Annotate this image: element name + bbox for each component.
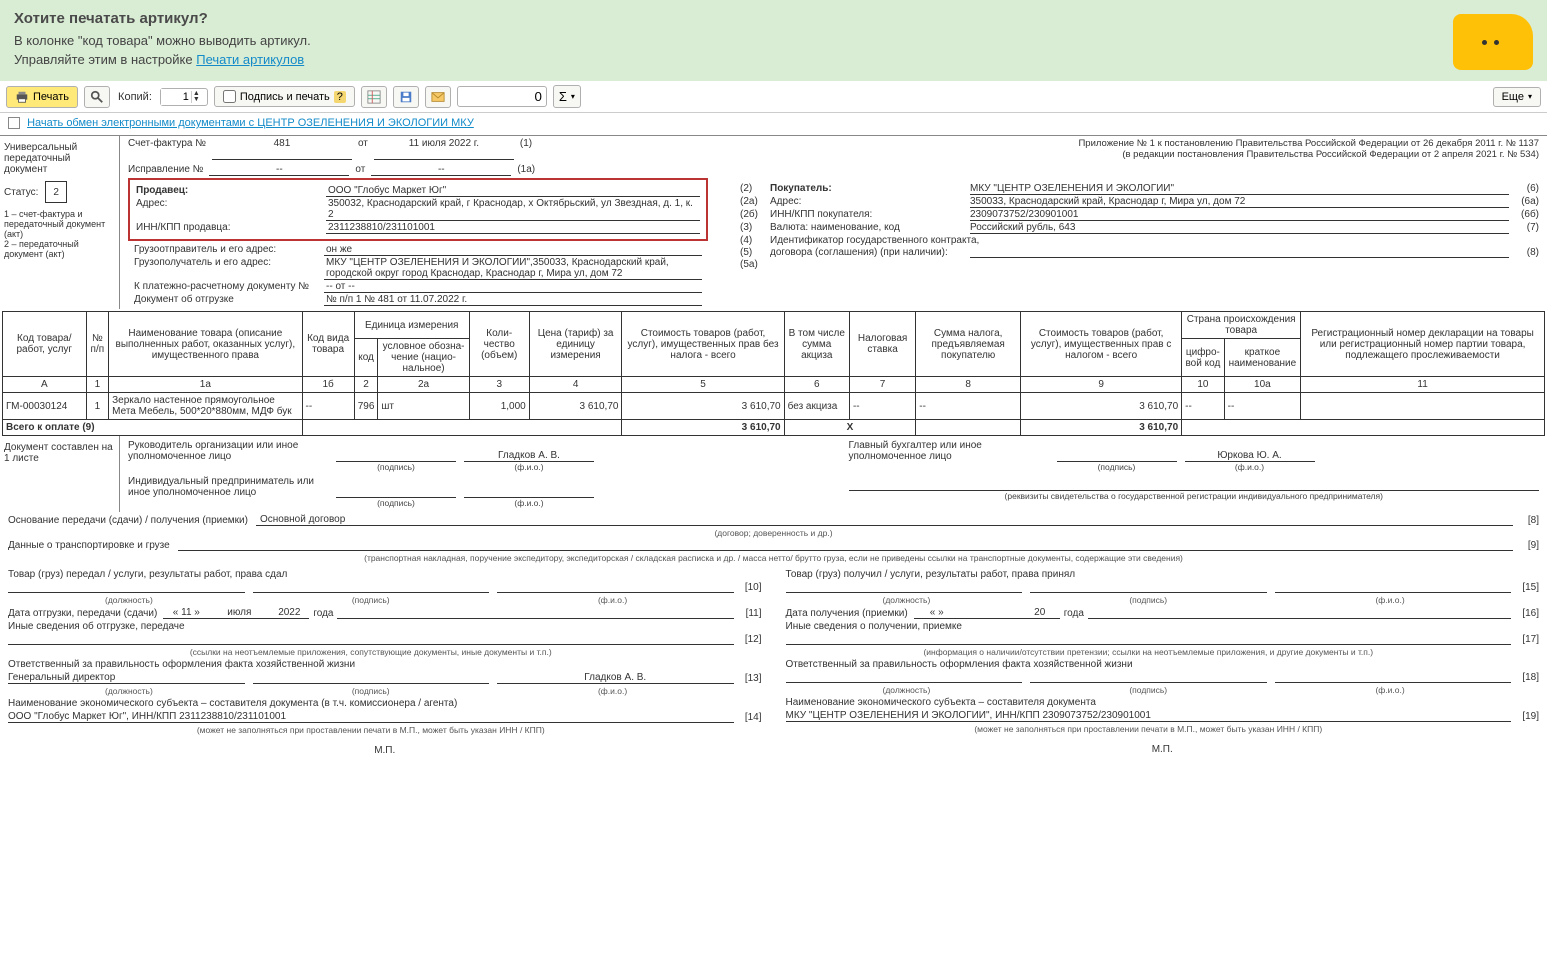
more-button[interactable]: Еще ▾ bbox=[1493, 87, 1541, 107]
sigma-icon: Σ bbox=[559, 89, 567, 104]
row-9: Данные о транспортировке и грузе [9] bbox=[0, 538, 1547, 553]
preview-button[interactable] bbox=[84, 86, 110, 108]
status-footnote: 1 – счет-фактура и передаточный документ… bbox=[4, 209, 115, 259]
article-print-link[interactable]: Печати артикулов bbox=[196, 52, 304, 67]
banner-line1: В колонке "код товара" можно выводить ар… bbox=[14, 33, 311, 48]
magnifier-icon bbox=[90, 90, 104, 104]
invoice-header-row: Счет-фактура № 481 от 11 июля 2022 г. (1… bbox=[120, 136, 1547, 162]
copies-spinner[interactable]: ▲▼ bbox=[160, 88, 208, 106]
banner-title: Хотите печатать артикул? bbox=[14, 10, 311, 27]
bottom-panels: Товар (груз) передал / услуги, результат… bbox=[0, 563, 1547, 760]
seller-extra: Грузоотправитель и его адрес:он же Грузо… bbox=[128, 241, 708, 309]
diskette-icon bbox=[399, 90, 413, 104]
items-table: Код товара/ работ, услуг № п/п Наименова… bbox=[2, 311, 1545, 436]
grid-icon bbox=[367, 90, 381, 104]
upd-title: Универсальный передаточный документ bbox=[4, 142, 115, 175]
column-numbers-row: А11а1б22а34567891010а11 bbox=[3, 377, 1545, 393]
email-button[interactable] bbox=[425, 86, 451, 108]
printer-icon bbox=[15, 90, 29, 104]
mascot-icon bbox=[1453, 14, 1533, 70]
edo-linkbar: Начать обмен электронными документами с … bbox=[0, 113, 1547, 135]
sender-panel: Товар (груз) передал / услуги, результат… bbox=[8, 567, 762, 756]
banner-line2: Управляйте этим в настройке Печати артик… bbox=[14, 52, 311, 67]
left-sidebar: Универсальный передаточный документ Стат… bbox=[0, 136, 120, 309]
signatures-block: Руководитель организации или иное уполно… bbox=[120, 436, 1547, 512]
chevron-down-icon: ▾ bbox=[1528, 92, 1532, 101]
document-area: Универсальный передаточный документ Стат… bbox=[0, 135, 1547, 309]
edo-start-link[interactable]: Начать обмен электронными документами с … bbox=[27, 117, 474, 129]
buyer-column: (2)Покупатель:МКУ "ЦЕНТР ОЗЕЛЕНЕНИЯ И ЭК… bbox=[740, 178, 1539, 309]
print-button[interactable]: Печать bbox=[6, 86, 78, 108]
row-8: Основание передачи (сдачи) / получения (… bbox=[0, 512, 1547, 528]
correction-header-row: Исправление № -- от -- (1а) bbox=[120, 162, 1547, 178]
status-value: 2 bbox=[45, 181, 67, 203]
save-button[interactable] bbox=[393, 86, 419, 108]
document-icon bbox=[8, 117, 20, 129]
envelope-icon bbox=[431, 90, 445, 104]
spinner-arrows[interactable]: ▲▼ bbox=[191, 91, 201, 103]
totals-row: Всего к оплате (9) 3 610,70 X 3 610,70 bbox=[3, 420, 1545, 436]
chevron-down-icon: ▾ bbox=[571, 92, 575, 101]
receiver-panel: Товар (груз) получил / услуги, результат… bbox=[786, 567, 1540, 756]
sigma-button[interactable]: Σ ▾ bbox=[553, 85, 581, 108]
doc-pages: Документ составлен на 1 листе bbox=[0, 436, 120, 512]
parties-block: Продавец:ООО "Глобус Маркет Юг" Адрес:35… bbox=[120, 178, 1547, 309]
sign-print-checkbox[interactable] bbox=[223, 90, 236, 103]
banner-text: Хотите печатать артикул? В колонке "код … bbox=[14, 10, 311, 71]
toolbar: Печать Копий: ▲▼ Подпись и печать ? Σ ▾ … bbox=[0, 81, 1547, 113]
promo-banner: Хотите печатать артикул? В колонке "код … bbox=[0, 0, 1547, 81]
number-input[interactable] bbox=[457, 86, 547, 107]
law-note: Приложение № 1 к постановлению Правитель… bbox=[1078, 138, 1539, 160]
copies-label: Копий: bbox=[118, 91, 152, 103]
sign-print-button[interactable]: Подпись и печать ? bbox=[214, 86, 355, 107]
help-icon: ? bbox=[334, 91, 346, 103]
grid-button[interactable] bbox=[361, 86, 387, 108]
table-row: ГМ-00030124 1 Зеркало настенное прямоуго… bbox=[3, 393, 1545, 420]
copies-input[interactable] bbox=[161, 89, 191, 105]
seller-box-framed: Продавец:ООО "Глобус Маркет Юг" Адрес:35… bbox=[128, 178, 708, 241]
status-block: Статус: 2 bbox=[4, 181, 115, 203]
seller-column: Продавец:ООО "Глобус Маркет Юг" Адрес:35… bbox=[128, 178, 708, 309]
main-column: Счет-фактура № 481 от 11 июля 2022 г. (1… bbox=[120, 136, 1547, 309]
